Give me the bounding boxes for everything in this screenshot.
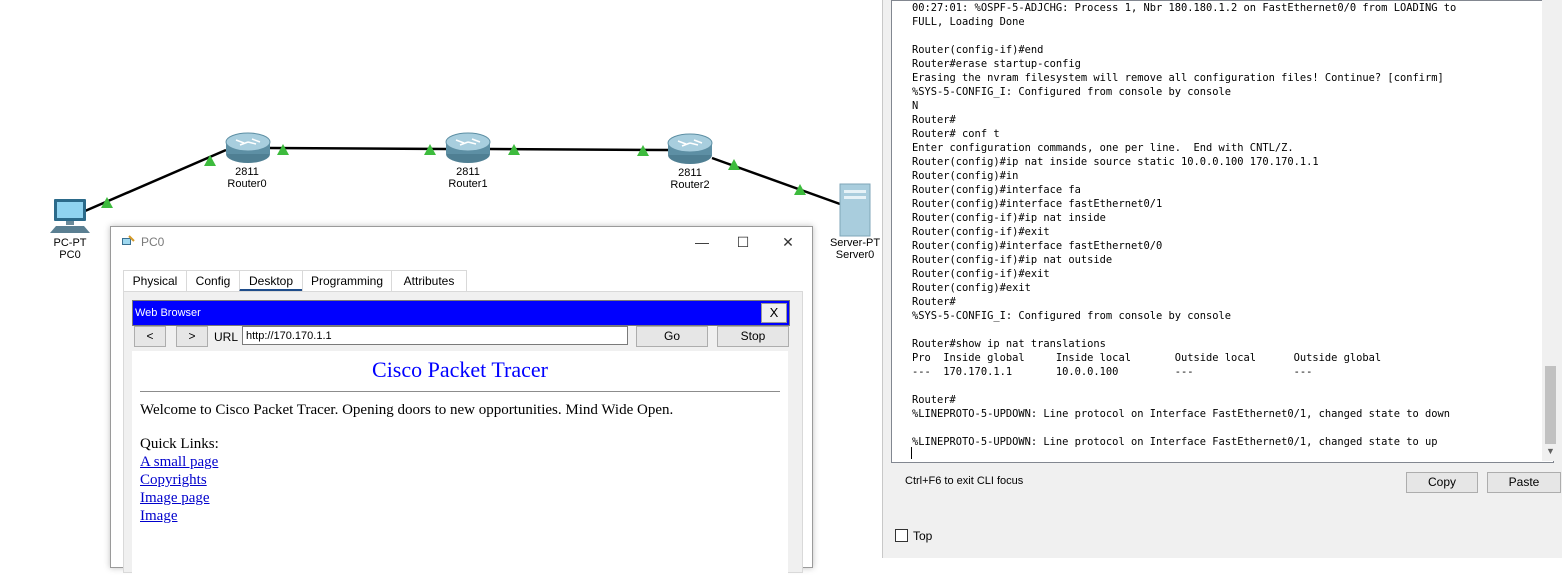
desktop-panel: Web Browser X < > URL http://170.170.1.1… — [123, 291, 803, 581]
web-browser-titlebar: Web Browser X — [132, 300, 790, 326]
cli-focus-hint: Ctrl+F6 to exit CLI focus — [905, 475, 1024, 487]
tab-physical[interactable]: Physical — [123, 270, 187, 291]
status-up-icon — [204, 155, 216, 166]
pc-icon[interactable] — [50, 199, 90, 233]
router-icon[interactable] — [445, 132, 491, 163]
tab-config[interactable]: Config — [186, 270, 240, 291]
device-model: Server-PT — [829, 237, 881, 249]
page-heading: Cisco Packet Tracer — [372, 357, 548, 382]
status-up-icon — [277, 144, 289, 155]
scrollbar-thumb[interactable] — [1545, 366, 1556, 444]
tab-attributes[interactable]: Attributes — [391, 270, 467, 291]
device-name: Router2 — [670, 179, 710, 191]
status-up-icon — [794, 184, 806, 195]
cli-output-frame[interactable]: 00:27:01: %OSPF-5-ADJCHG: Process 1, Nbr… — [891, 0, 1554, 463]
copy-button[interactable]: Copy — [1406, 472, 1478, 493]
chevron-down-icon[interactable]: ▼ — [1545, 446, 1556, 458]
pc0-titlebar[interactable]: PC0 — ☐ ✕ — [111, 227, 812, 257]
device-model: PC-PT — [53, 237, 87, 249]
device-name: Router1 — [448, 178, 488, 190]
server-icon[interactable] — [839, 183, 871, 237]
device-label-server0: Server-PT Server0 — [827, 237, 883, 261]
device-model: 2811 — [235, 166, 259, 178]
tab-programming[interactable]: Programming — [302, 270, 392, 291]
quick-links-label: Quick Links: — [140, 436, 219, 452]
cli-scrollbar[interactable]: ▼ — [1542, 0, 1559, 461]
back-button[interactable]: < — [134, 326, 166, 347]
tab-desktop[interactable]: Desktop — [239, 270, 303, 292]
pc0-window[interactable]: PC0 — ☐ ✕ Physical Config Desktop Progra… — [110, 226, 813, 581]
top-checkbox-label: Top — [913, 529, 933, 543]
top-checkbox[interactable] — [895, 529, 908, 542]
packet-tracer-icon — [122, 235, 135, 245]
device-name: PC0 — [59, 249, 81, 261]
page-divider — [140, 391, 780, 392]
web-browser-title: Web Browser — [135, 307, 201, 319]
router-icon[interactable] — [225, 132, 271, 163]
link-router0-router1[interactable] — [269, 146, 447, 151]
minimize-icon[interactable]: — — [687, 231, 717, 253]
device-label-router0: 2811 Router0 — [222, 166, 272, 190]
device-label-router1: 2811 Router1 — [443, 166, 493, 190]
url-label: URL — [214, 330, 239, 344]
device-label-router2: 2811 Router2 — [665, 167, 715, 191]
browser-close-button[interactable]: X — [761, 303, 787, 323]
router-icon[interactable] — [667, 133, 713, 164]
maximize-icon[interactable]: ☐ — [728, 231, 758, 253]
device-model: 2811 — [456, 166, 480, 178]
forward-button[interactable]: > — [176, 326, 208, 347]
stop-button[interactable]: Stop — [717, 326, 789, 347]
cli-cursor — [911, 447, 912, 459]
paste-button[interactable]: Paste — [1487, 472, 1561, 493]
browser-page-view: Cisco Packet Tracer Welcome to Cisco Pac… — [132, 351, 788, 581]
device-model: 2811 — [678, 167, 702, 179]
device-name: Router0 — [227, 178, 267, 190]
device-label-pc0: PC-PT PC0 — [45, 237, 95, 261]
link-image-page[interactable]: Image page — [140, 490, 210, 507]
close-icon[interactable]: ✕ — [773, 231, 803, 253]
welcome-text: Welcome to Cisco Packet Tracer. Opening … — [140, 402, 674, 418]
window-title: PC0 — [141, 235, 165, 249]
go-button[interactable]: Go — [636, 326, 708, 347]
url-input[interactable]: http://170.170.1.1 — [242, 326, 628, 345]
link-image[interactable]: Image — [140, 508, 177, 525]
device-name: Server0 — [835, 249, 875, 261]
link-small-page[interactable]: A small page — [140, 454, 218, 471]
link-copyrights[interactable]: Copyrights — [140, 472, 207, 489]
cli-output[interactable]: 00:27:01: %OSPF-5-ADJCHG: Process 1, Nbr… — [912, 1, 1542, 461]
